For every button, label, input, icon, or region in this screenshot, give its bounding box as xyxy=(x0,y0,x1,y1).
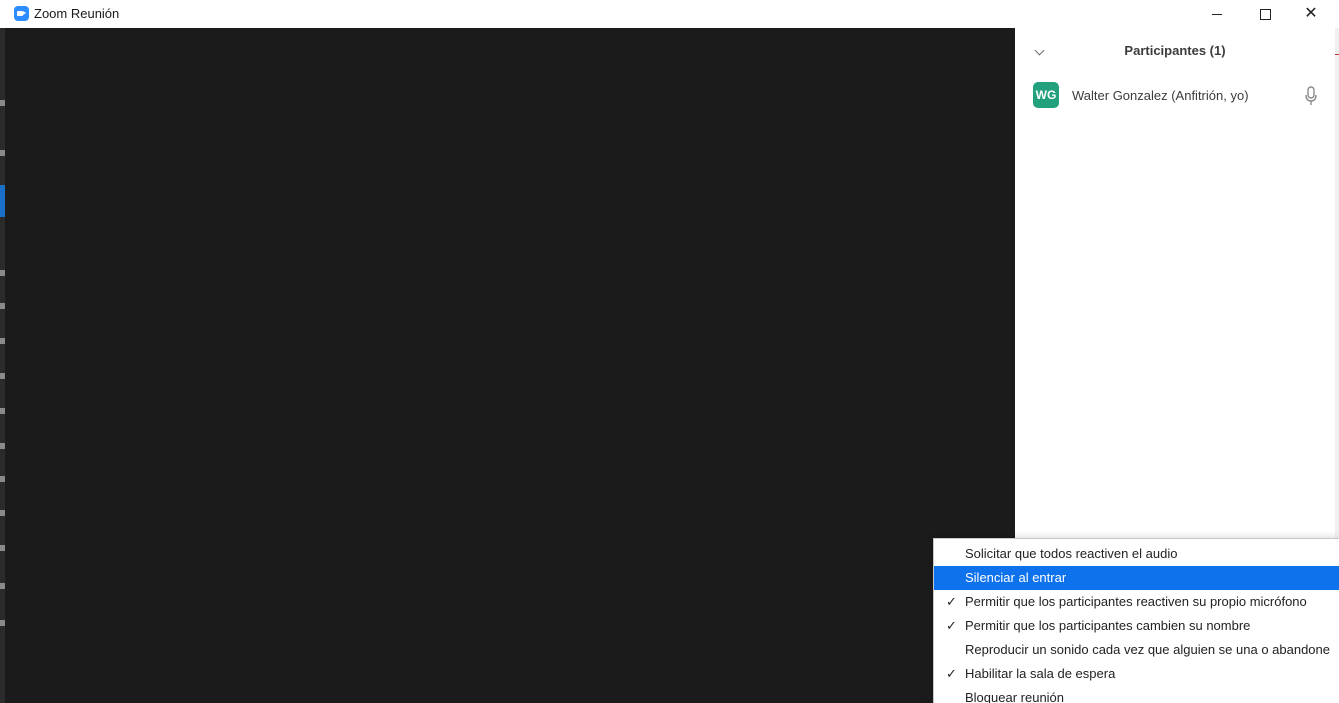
background-app-edge xyxy=(1335,28,1339,538)
menu-item[interactable]: Bloquear reunión xyxy=(934,686,1339,703)
menu-item[interactable]: ✓ Habilitar la sala de espera xyxy=(934,662,1339,686)
menu-item[interactable]: Solicitar que todos reactiven el audio xyxy=(934,542,1339,566)
zoom-app-icon xyxy=(14,6,29,21)
menu-item-label: Solicitar que todos reactiven el audio xyxy=(965,546,1178,561)
menu-item-label: Silenciar al entrar xyxy=(965,570,1067,585)
window-title: Zoom Reunión xyxy=(34,6,120,21)
close-button[interactable]: ✕ xyxy=(1288,0,1334,28)
menu-item[interactable]: Silenciar al entrar xyxy=(934,566,1339,590)
menu-item-label: Bloquear reunión xyxy=(965,690,1065,703)
participant-row[interactable]: WG Walter Gonzalez (Anfitrión, yo) xyxy=(1015,80,1335,112)
microphone-icon[interactable] xyxy=(1304,86,1318,106)
minimize-icon xyxy=(1212,13,1222,15)
screen: Zoom Reunión ✕ Participantes (1) WG Walt… xyxy=(0,0,1339,703)
close-icon: ✕ xyxy=(1304,5,1318,22)
checkmark-icon: ✓ xyxy=(946,666,957,681)
avatar: WG xyxy=(1033,82,1059,108)
checkmark-icon: ✓ xyxy=(946,594,957,609)
checkmark-icon: ✓ xyxy=(946,618,957,633)
menu-item-label: Permitir que los participantes reactiven… xyxy=(965,594,1307,609)
menu-item[interactable]: ✓ Permitir que los participantes cambien … xyxy=(934,614,1339,638)
menu-item-label: Permitir que los participantes cambien s… xyxy=(965,618,1251,633)
maximize-button[interactable] xyxy=(1242,0,1288,28)
menu-item[interactable]: ✓ Permitir que los participantes reactive… xyxy=(934,590,1339,614)
panel-title: Participantes (1) xyxy=(1124,43,1226,58)
title-bar[interactable]: Zoom Reunión ✕ xyxy=(5,0,1335,28)
maximize-icon xyxy=(1259,8,1271,20)
menu-item-label: Reproducir un sonido cada vez que alguie… xyxy=(965,642,1330,657)
more-options-menu: Solicitar que todos reactiven el audio Si… xyxy=(933,538,1339,703)
minimize-button[interactable] xyxy=(1194,0,1240,28)
menu-item[interactable]: Reproducir un sonido cada vez que alguie… xyxy=(934,638,1339,662)
video-area[interactable] xyxy=(5,28,1015,703)
menu-item-label: Habilitar la sala de espera xyxy=(965,666,1116,681)
participant-name: Walter Gonzalez (Anfitrión, yo) xyxy=(1072,88,1249,103)
